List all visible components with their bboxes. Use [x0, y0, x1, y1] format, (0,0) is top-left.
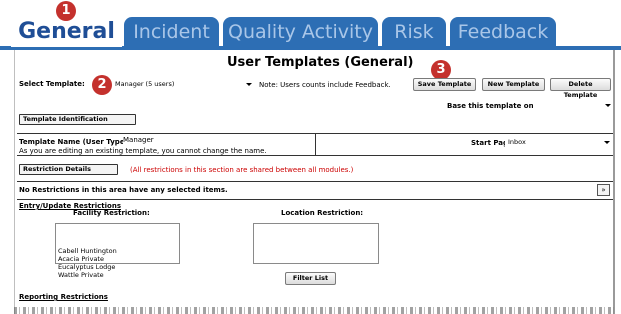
base-template-dropdown[interactable] — [533, 100, 613, 111]
list-item[interactable]: Eucalyptus Lodge — [58, 263, 179, 271]
list-item[interactable]: Wattle Private — [58, 271, 179, 279]
divider — [17, 155, 613, 156]
callout-marker-3: 3 — [431, 60, 451, 80]
tab-incident[interactable]: Incident — [124, 17, 219, 47]
tab-risk[interactable]: Risk — [382, 17, 446, 47]
cropped-content-strip — [14, 307, 614, 314]
start-page-dropdown[interactable]: Inbox — [505, 137, 612, 148]
callout-marker-2: 2 — [92, 75, 112, 95]
template-identification-header: Template Identification — [19, 114, 136, 125]
double-chevron-up-icon[interactable]: » — [597, 184, 610, 196]
template-name-field: Manager — [123, 136, 203, 145]
tab-quality-activity[interactable]: Quality Activity — [223, 17, 378, 47]
new-template-button[interactable]: New Template — [482, 78, 545, 91]
divider — [315, 133, 316, 155]
facility-restriction-list[interactable]: Cabell Huntington Acacia Private Eucalyp… — [55, 223, 180, 279]
chevron-down-icon — [246, 83, 252, 86]
list-item[interactable]: Cabell Huntington — [58, 247, 179, 255]
restriction-details-header: Restriction Details — [19, 164, 118, 175]
tab-general[interactable]: General — [11, 17, 122, 47]
chevron-down-icon — [605, 104, 611, 107]
restrictions-summary: No Restrictions in this area have any se… — [19, 186, 228, 194]
list-item[interactable]: Acacia Private — [58, 255, 179, 263]
facility-restriction-label: Facility Restriction: — [73, 209, 150, 217]
select-template-label: Select Template: — [19, 80, 85, 88]
divider — [17, 199, 613, 200]
location-restriction-label: Location Restriction: — [281, 209, 364, 217]
tab-feedback[interactable]: Feedback — [450, 17, 556, 47]
select-template-value: Manager (5 users) — [115, 80, 175, 88]
save-template-button[interactable]: Save Template — [413, 78, 476, 91]
user-count-note: Note: Users counts include Feedback. — [259, 81, 391, 89]
start-page-value: Inbox — [508, 138, 526, 146]
template-name-note: As you are editing an existing template,… — [19, 147, 267, 155]
delete-template-button[interactable]: Delete Template — [550, 78, 611, 99]
filter-list-button[interactable]: Filter List — [285, 272, 336, 285]
template-panel: User Templates (General) Select Template… — [14, 50, 615, 314]
select-template-dropdown[interactable]: Manager (5 users) — [112, 79, 254, 90]
restrictions-warning: (All restrictions in this section are sh… — [130, 166, 354, 174]
callout-marker-1: 1 — [56, 1, 76, 21]
divider — [17, 181, 613, 182]
base-template-label: Base this template on: — [447, 102, 537, 110]
page-title: User Templates (General) — [227, 55, 414, 70]
location-restriction-list[interactable] — [253, 223, 379, 264]
chevron-down-icon — [604, 141, 610, 144]
template-name-label: Template Name (User Type): — [19, 138, 131, 146]
reporting-restrictions-title: Reporting Restrictions — [19, 293, 108, 301]
